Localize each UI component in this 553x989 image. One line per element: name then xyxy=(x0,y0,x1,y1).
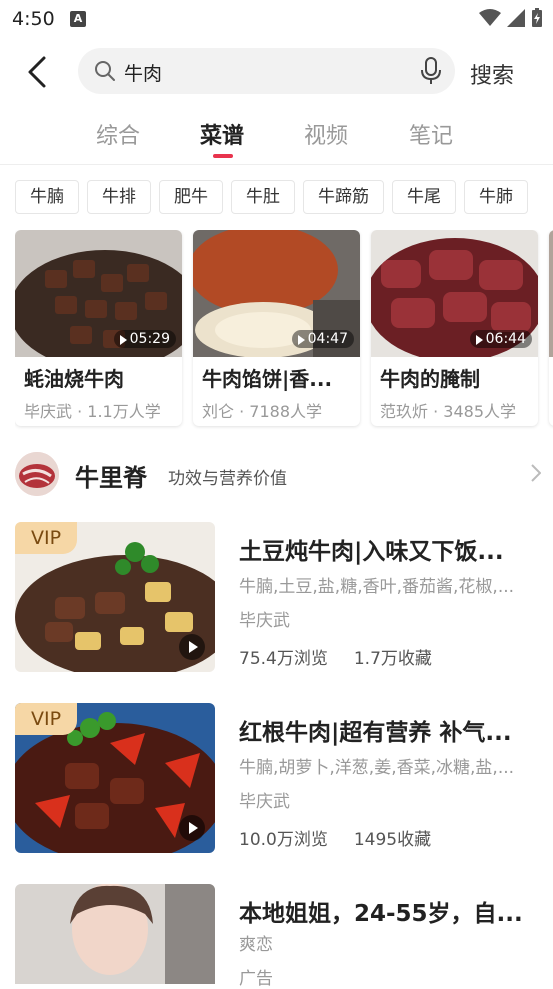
video-learners: 7188人学 xyxy=(249,402,323,421)
recipe-favorites: 1495收藏 xyxy=(353,830,432,850)
active-tab-indicator xyxy=(213,154,233,158)
chip-item[interactable]: 肥牛 xyxy=(159,180,223,214)
video-card[interactable]: 05:29 蚝油烧牛肉 毕庆武 · 1.1万人学 xyxy=(15,230,182,426)
wifi-icon xyxy=(479,9,501,26)
chip-item[interactable]: 牛尾 xyxy=(392,180,456,214)
status-time: 4:50 xyxy=(12,8,55,30)
video-thumbnail xyxy=(549,230,553,357)
result-tabs: 综合 菜谱 视频 笔记 xyxy=(0,118,553,164)
recipe-favorites: 1.7万收藏 xyxy=(353,649,432,669)
signal-icon xyxy=(507,9,525,27)
recipe-ingredients: 牛腩,土豆,盐,糖,香叶,番茄酱,花椒,... xyxy=(239,577,515,597)
recipe-stats: 75.4万浏览 1.7万收藏 xyxy=(239,644,458,669)
search-query[interactable]: 牛肉 xyxy=(124,59,162,86)
chip-item[interactable]: 牛蹄筋 xyxy=(303,180,384,214)
recipe-author: 毕庆武 xyxy=(239,792,290,812)
recipe-thumbnail: VIP xyxy=(15,522,215,672)
ingredient-name: 牛里脊 xyxy=(75,464,147,492)
vip-badge: VIP xyxy=(15,703,77,735)
video-duration: 05:29 xyxy=(113,330,176,348)
search-header: 牛肉 搜索 xyxy=(0,48,553,96)
recipe-views: 10.0万浏览 xyxy=(239,830,328,850)
video-title: 牛肉馅饼|香... xyxy=(202,367,333,391)
video-title: 牛肉的腌制 xyxy=(380,367,480,391)
chevron-right-icon xyxy=(531,464,541,482)
video-author: 刘仑 xyxy=(202,402,235,421)
video-card-row: 05:29 蚝油烧牛肉 毕庆武 · 1.1万人学 04:47 牛肉馅饼|香...… xyxy=(15,230,553,430)
system-icons xyxy=(479,8,543,28)
ad-title: 本地姐姐，24-55岁，自... xyxy=(239,901,523,927)
ad-item[interactable]: 本地姐姐，24-55岁，自... 爽恋 广告 xyxy=(15,884,543,989)
search-button[interactable]: 搜索 xyxy=(470,58,514,90)
video-meta: 刘仑 · 7188人学 xyxy=(202,402,323,421)
back-arrow-icon[interactable] xyxy=(24,54,54,90)
recipe-views: 75.4万浏览 xyxy=(239,649,328,669)
recipe-thumbnail: VIP xyxy=(15,703,215,853)
search-input[interactable]: 牛肉 xyxy=(78,48,455,94)
search-icon xyxy=(95,61,115,81)
video-learners: 1.1万人学 xyxy=(87,402,161,421)
recipe-item[interactable]: VIP 红根牛肉|超有营养 补气... 牛腩,胡萝卜,洋葱,姜,香菜,冰糖,盐,… xyxy=(15,703,543,853)
chip-item[interactable]: 牛腩 xyxy=(15,180,79,214)
video-meta: 毕庆武 · 1.1万人学 xyxy=(24,402,161,421)
chip-item[interactable]: 牛肚 xyxy=(231,180,295,214)
ad-thumbnail xyxy=(15,884,215,984)
recipe-stats: 10.0万浏览 1495收藏 xyxy=(239,825,457,850)
ad-label: 广告 xyxy=(239,969,273,989)
tab-videos[interactable]: 视频 xyxy=(304,118,348,150)
video-duration: 04:47 xyxy=(291,330,354,348)
video-meta: 范玖炘 · 3485人学 xyxy=(380,402,517,421)
ingredient-chips: 牛腩 牛排 肥牛 牛肚 牛蹄筋 牛尾 牛肺 xyxy=(15,180,553,214)
notification-icon: A xyxy=(70,11,86,27)
video-learners: 3485人学 xyxy=(443,402,517,421)
tab-notes[interactable]: 笔记 xyxy=(409,118,453,150)
video-duration: 06:44 xyxy=(469,330,532,348)
chip-item[interactable]: 牛排 xyxy=(87,180,151,214)
ingredient-image xyxy=(15,452,59,496)
video-card-partial[interactable] xyxy=(549,230,553,426)
recipe-author: 毕庆武 xyxy=(239,611,290,631)
tab-comprehensive[interactable]: 综合 xyxy=(96,118,140,150)
recipe-ingredients: 牛腩,胡萝卜,洋葱,姜,香菜,冰糖,盐,... xyxy=(239,758,515,778)
vip-badge: VIP xyxy=(15,522,77,554)
recipe-item[interactable]: VIP 土豆炖牛肉|入味又下饭... 牛腩,土豆,盐,糖,香叶,番茄酱,花椒,.… xyxy=(15,522,543,672)
play-icon xyxy=(179,634,205,660)
video-card[interactable]: 04:47 牛肉馅饼|香... 刘仑 · 7188人学 xyxy=(193,230,360,426)
tab-recipes[interactable]: 菜谱 xyxy=(200,118,244,150)
play-icon xyxy=(179,815,205,841)
divider xyxy=(0,164,553,165)
battery-icon xyxy=(532,8,542,27)
video-author: 范玖炘 xyxy=(380,402,429,421)
ingredient-header[interactable]: 牛里脊 功效与营养价值 xyxy=(15,450,543,498)
video-card[interactable]: 06:44 牛肉的腌制 范玖炘 · 3485人学 xyxy=(371,230,538,426)
status-bar: 4:50 A xyxy=(0,0,553,38)
chip-item[interactable]: 牛肺 xyxy=(464,180,528,214)
video-title: 蚝油烧牛肉 xyxy=(24,367,124,391)
video-author: 毕庆武 xyxy=(24,402,73,421)
ad-source: 爽恋 xyxy=(239,935,273,955)
recipe-title: 土豆炖牛肉|入味又下饭... xyxy=(239,539,504,565)
recipe-title: 红根牛肉|超有营养 补气... xyxy=(239,720,512,746)
ingredient-subtitle: 功效与营养价值 xyxy=(168,469,287,489)
microphone-icon[interactable] xyxy=(421,57,441,85)
